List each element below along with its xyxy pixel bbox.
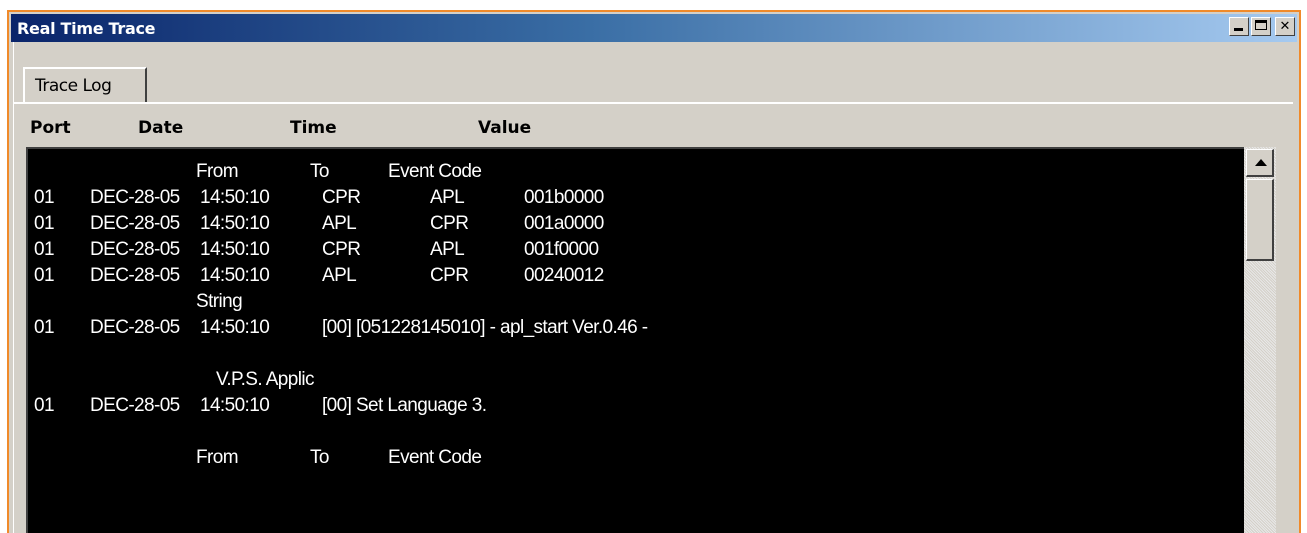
scroll-thumb[interactable] (1246, 179, 1274, 261)
tab-trace-log[interactable]: Trace Log (23, 67, 147, 103)
tab-divider (14, 102, 1293, 104)
column-header-port[interactable]: Port (30, 118, 71, 138)
log-message: [00] [051228145010] - apl_start Ver.0.46… (322, 317, 648, 338)
log-port: 01 (34, 187, 55, 208)
log-date: DEC-28-05 (90, 213, 180, 234)
log-from: CPR (322, 187, 361, 208)
log-row[interactable]: From To Event Code (28, 159, 1244, 185)
log-port: 01 (34, 395, 55, 416)
maximize-icon (1255, 20, 1267, 30)
log-date: DEC-28-05 (90, 395, 180, 416)
log-to: APL (430, 187, 465, 208)
log-subheader-event-code: Event Code (388, 447, 482, 468)
log-event-code: 001b0000 (524, 187, 604, 208)
column-header-value[interactable]: Value (478, 118, 531, 138)
log-to: CPR (430, 265, 469, 286)
log-row[interactable]: 01 DEC-28-05 14:50:10 CPR APL 001f0000 (28, 237, 1244, 263)
log-row[interactable]: 01 DEC-28-05 14:50:10 [00] [051228145010] -… (28, 315, 1244, 341)
log-row[interactable]: String (28, 289, 1244, 315)
log-to: CPR (430, 213, 469, 234)
trace-log-list[interactable]: From To Event Code 01 DEC-28-05 14:50:10 CPR AP… (26, 147, 1244, 533)
log-time: 14:50:10 (200, 395, 270, 416)
column-headers: Port Date Time Value (0, 118, 1307, 148)
window-controls: ✕ (1229, 17, 1295, 36)
close-button[interactable]: ✕ (1275, 17, 1295, 36)
log-row[interactable]: 01 DEC-28-05 14:50:10 [00] Set Language 3. (28, 393, 1244, 419)
up-arrow-icon (1255, 159, 1267, 166)
log-subheader-from: From (196, 447, 239, 468)
log-subheader-from: From (196, 161, 239, 182)
log-time: 14:50:10 (200, 213, 270, 234)
log-row[interactable]: V.P.S. Applic (28, 367, 1244, 393)
log-time: 14:50:10 (200, 265, 270, 286)
column-header-time[interactable]: Time (290, 118, 337, 138)
window-title: Real Time Trace (17, 19, 156, 38)
log-date: DEC-28-05 (90, 317, 180, 338)
log-from: APL (322, 265, 357, 286)
log-event-code: 001a0000 (524, 213, 604, 234)
tab-label: Trace Log (35, 76, 112, 96)
log-port: 01 (34, 213, 55, 234)
vertical-scrollbar[interactable] (1244, 147, 1276, 533)
scroll-up-button[interactable] (1246, 149, 1274, 177)
maximize-button[interactable] (1251, 17, 1271, 36)
log-time: 14:50:10 (200, 239, 270, 260)
log-port: 01 (34, 265, 55, 286)
log-subheader-event-code: Event Code (388, 161, 482, 182)
log-row[interactable] (28, 419, 1244, 445)
column-header-date[interactable]: Date (138, 118, 183, 138)
log-row[interactable]: 01 DEC-28-05 14:50:10 APL CPR 001a0000 (28, 211, 1244, 237)
log-section-label: V.P.S. Applic (216, 369, 314, 390)
log-row[interactable] (28, 341, 1244, 367)
log-row[interactable]: 01 DEC-28-05 14:50:10 APL CPR 00240012 (28, 263, 1244, 289)
log-date: DEC-28-05 (90, 265, 180, 286)
log-event-code: 00240012 (524, 265, 604, 286)
log-row[interactable]: 01 DEC-28-05 14:50:10 CPR APL 001b0000 (28, 185, 1244, 211)
log-event-code: 001f0000 (524, 239, 599, 260)
minimize-button[interactable] (1229, 17, 1249, 36)
log-port: 01 (34, 317, 55, 338)
log-time: 14:50:10 (200, 187, 270, 208)
log-time: 14:50:10 (200, 317, 270, 338)
log-message: [00] Set Language 3. (322, 395, 487, 416)
title-bar[interactable]: Real Time Trace ✕ (11, 14, 1297, 42)
log-from: APL (322, 213, 357, 234)
log-section-label: String (196, 291, 243, 312)
close-icon: ✕ (1279, 19, 1291, 34)
log-port: 01 (34, 239, 55, 260)
log-from: CPR (322, 239, 361, 260)
log-date: DEC-28-05 (90, 239, 180, 260)
log-subheader-to: To (310, 447, 329, 468)
log-to: APL (430, 239, 465, 260)
log-date: DEC-28-05 (90, 187, 180, 208)
log-row[interactable]: From To Event Code (28, 445, 1244, 471)
minimize-icon (1234, 28, 1243, 31)
log-subheader-to: To (310, 161, 329, 182)
